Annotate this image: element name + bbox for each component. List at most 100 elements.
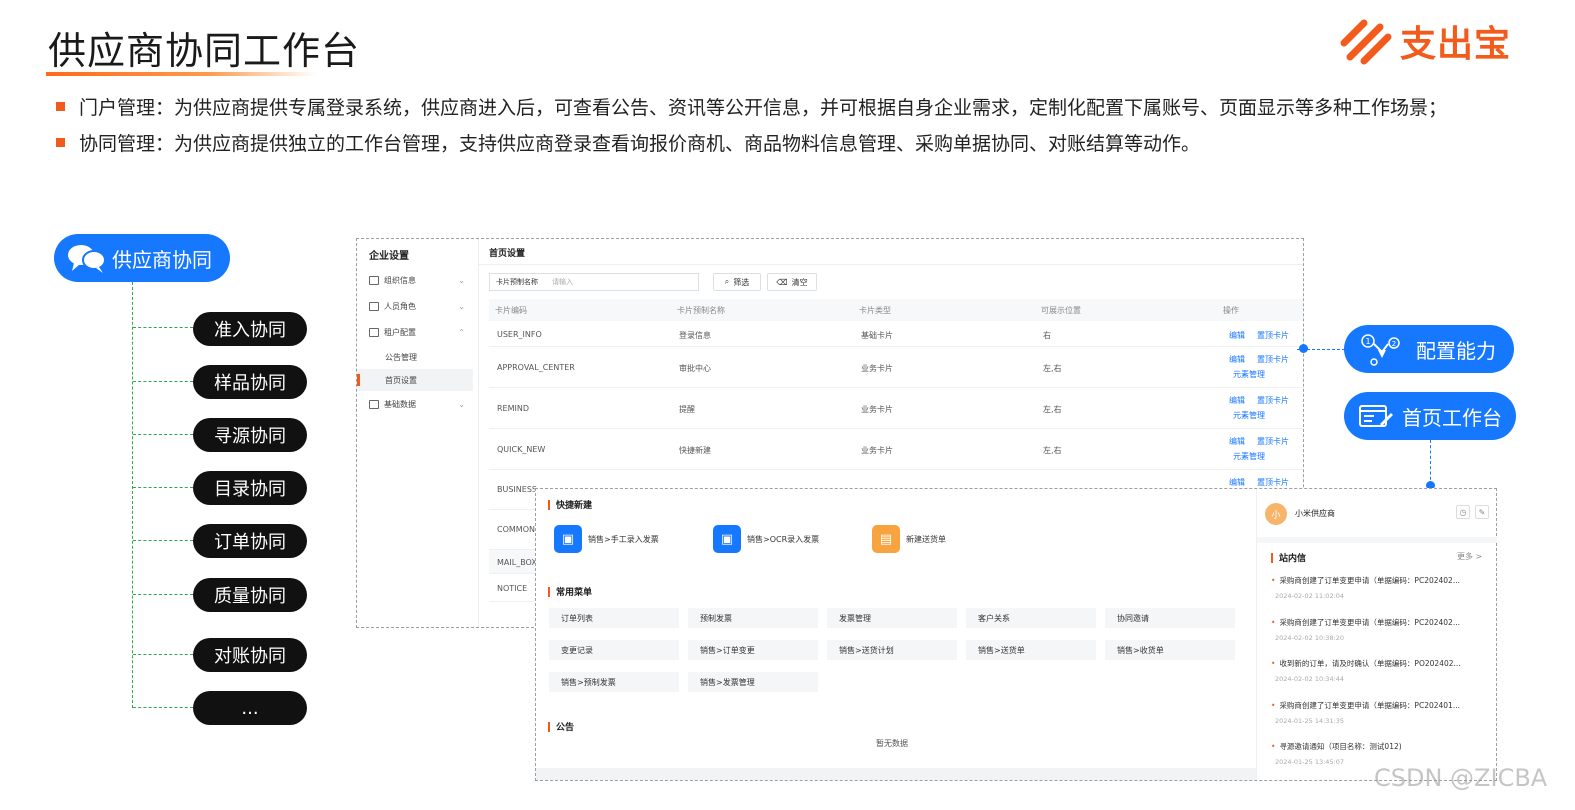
menu-item[interactable]: 销售>送货计划 xyxy=(827,640,957,660)
inbox-message[interactable]: 采购商创建了订单变更申请（单据编码：PC202402... 2024-02-02… xyxy=(1271,575,1493,600)
bullet-text: 协同管理：为供应商提供独立的工作台管理，支持供应商登录查看询报价商机、商品物料信… xyxy=(79,132,1201,155)
column-header: 可展示位置 xyxy=(1035,299,1217,321)
cell-name: 审批中心 xyxy=(679,364,711,373)
quick-item-manual-invoice[interactable]: ▣ 销售>手工录入发票 xyxy=(554,525,659,553)
element-manage-link[interactable]: 元素管理 xyxy=(1233,369,1265,380)
edit-link[interactable]: 编辑 xyxy=(1229,436,1245,447)
tree-branch xyxy=(133,434,193,435)
bullet-marker xyxy=(56,101,65,111)
inbox-message[interactable]: 采购商创建了订单变更申请（单据编码：PC202402... 2024-02-02… xyxy=(1271,617,1493,642)
invoice-user-icon: ▣ xyxy=(554,525,582,553)
root-label: 供应商协同 xyxy=(112,247,212,272)
quick-item-delivery[interactable]: ▤ 新建送货单 xyxy=(872,525,946,553)
home-workbench-pill: 首页工作台 xyxy=(1344,392,1516,440)
menu-item[interactable]: 订单列表 xyxy=(549,608,679,628)
sidebar-item-label: 租户配置 xyxy=(384,327,416,337)
pin-card-link[interactable]: 置顶卡片 xyxy=(1257,395,1289,406)
edit-link[interactable]: 编辑 xyxy=(1229,330,1245,341)
cell-code: MAIL_BOX xyxy=(497,558,537,567)
edit-link[interactable]: 编辑 xyxy=(1229,354,1245,365)
home-workbench-label: 首页工作台 xyxy=(1402,405,1502,430)
cell-type: 业务卡片 xyxy=(861,446,893,455)
menu-item[interactable]: 预制发票 xyxy=(688,608,818,628)
clear-button-label: 清空 xyxy=(791,277,808,287)
tree-trunk xyxy=(132,282,133,708)
menu-item[interactable]: 协同邀请 xyxy=(1105,608,1235,628)
cell-position: 左,右 xyxy=(1043,364,1062,373)
sidebar-subitem-home[interactable]: 首页设置 xyxy=(357,369,473,391)
config-capability-pill: 1 2 配置能力 xyxy=(1344,325,1514,373)
bullet-text: 门户管理：为供应商提供专属登录系统，供应商进入后，可查看公告、资讯等公开信息，并… xyxy=(79,96,1448,119)
tree-item: 质量协同 xyxy=(193,578,307,612)
menu-item[interactable]: 发票管理 xyxy=(827,608,957,628)
filter-button-label: 筛选 xyxy=(733,277,750,287)
edit-link[interactable]: 编辑 xyxy=(1229,477,1245,488)
notice-empty: 暂无数据 xyxy=(876,739,908,748)
chevron-up-icon: ⌃ xyxy=(458,327,465,337)
column-header: 卡片编码 xyxy=(489,299,671,321)
cell-code: USER_INFO xyxy=(497,330,542,339)
edit-icon[interactable]: ✎ xyxy=(1475,505,1489,519)
element-manage-link[interactable]: 元素管理 xyxy=(1233,410,1265,421)
delivery-doc-icon: ▤ xyxy=(872,525,900,553)
message-time: 2024-02-02 10:38:20 xyxy=(1275,634,1345,642)
message-text: 收到新的订单，请及时确认（单据编码：PO202402... xyxy=(1271,658,1493,669)
supplier-collab-root: 供应商协同 xyxy=(54,234,230,282)
sidebar-item-tenant[interactable]: 租户配置 ⌃ xyxy=(357,321,479,343)
message-text: 采购商创建了订单变更申请（单据编码：PC202402... xyxy=(1271,575,1493,586)
menu-item[interactable]: 销售>送货单 xyxy=(966,640,1096,660)
menu-item[interactable]: 销售>发票管理 xyxy=(688,672,818,692)
history-icon[interactable]: ◷ xyxy=(1456,505,1470,519)
filter-button[interactable]: ⌕ 筛选 xyxy=(713,273,761,291)
cell-code: REMIND xyxy=(497,404,530,413)
cell-position: 左,右 xyxy=(1043,405,1062,414)
inbox-more-link[interactable]: 更多 > xyxy=(1457,551,1482,562)
sidebar-item-data[interactable]: 基础数据 ⌄ xyxy=(357,393,479,415)
svg-text:1: 1 xyxy=(1365,337,1370,346)
pin-card-link[interactable]: 置顶卡片 xyxy=(1257,436,1289,447)
cell-type: 基础卡片 xyxy=(861,331,893,340)
card-name-filter[interactable]: 卡片预制名称 请输入 xyxy=(489,273,699,291)
bottom-bar xyxy=(536,768,1256,780)
search-icon: ⌕ xyxy=(724,277,730,286)
pin-card-link[interactable]: 置顶卡片 xyxy=(1257,477,1289,488)
menu-item[interactable]: 销售>订单变更 xyxy=(688,640,818,660)
menu-item[interactable]: 销售>收货单 xyxy=(1105,640,1235,660)
message-time: 2024-01-25 14:31:35 xyxy=(1275,717,1345,725)
filter-input[interactable]: 请输入 xyxy=(552,277,573,287)
clear-button[interactable]: ⌫ 清空 xyxy=(767,273,817,291)
menu-item[interactable]: 销售>预制发票 xyxy=(549,672,679,692)
cell-name: 提醒 xyxy=(679,405,695,414)
workbench-sidebar: 小 小米供应商 ◷ ✎ 站内信 更多 > 采购商创建了订单变更申请（单据编码：P… xyxy=(1256,489,1497,780)
sidebar-item-org[interactable]: 组织信息 ⌄ xyxy=(357,269,479,291)
inbox-message[interactable]: 寻源邀请通知（项目名称：测试012) 2024-01-25 13:45:07 xyxy=(1271,741,1493,766)
connector-dot xyxy=(1299,344,1308,353)
bullet-item: 门户管理：为供应商提供专属登录系统，供应商进入后，可查看公告、资讯等公开信息，并… xyxy=(56,92,1536,120)
sidebar-item-people[interactable]: 人员角色 ⌄ xyxy=(357,295,479,317)
page-title: 供应商协同工作台 xyxy=(48,29,361,73)
workbench-screenshot: 快捷新建 ▣ 销售>手工录入发票 ▣ 销售>OCR录入发票 ▤ 新建送货单 常用… xyxy=(535,488,1497,781)
chat-bubbles-icon xyxy=(68,245,106,273)
tree-item: 目录协同 xyxy=(193,471,307,505)
common-menu-title: 常用菜单 xyxy=(548,585,592,598)
pin-card-link[interactable]: 置顶卡片 xyxy=(1257,354,1289,365)
quick-item-ocr-invoice[interactable]: ▣ 销售>OCR录入发票 xyxy=(713,525,819,553)
divider xyxy=(479,264,1303,265)
bullet-marker xyxy=(56,137,65,147)
avatar: 小 xyxy=(1265,503,1287,525)
menu-item[interactable]: 客户关系 xyxy=(966,608,1096,628)
edit-link[interactable]: 编辑 xyxy=(1229,395,1245,406)
quick-item-label: 销售>手工录入发票 xyxy=(588,534,659,544)
cell-code: COMMON xyxy=(497,525,535,534)
user-name: 小米供应商 xyxy=(1295,509,1335,518)
settings-sidebar: 企业设置 组织信息 ⌄ 人员角色 ⌄ 租户配置 ⌃ 公告管理 首页设置 基础数据… xyxy=(357,239,479,627)
sidebar-subitem-notice[interactable]: 公告管理 xyxy=(357,346,473,368)
pin-card-link[interactable]: 置顶卡片 xyxy=(1257,330,1289,341)
inbox-message[interactable]: 收到新的订单，请及时确认（单据编码：PO202402... 2024-02-02… xyxy=(1271,658,1493,683)
data-icon xyxy=(369,399,379,409)
quick-item-label: 销售>OCR录入发票 xyxy=(747,534,820,544)
menu-item[interactable]: 变更记录 xyxy=(549,640,679,660)
element-manage-link[interactable]: 元素管理 xyxy=(1233,451,1265,462)
inbox-message[interactable]: 采购商创建了订单变更申请（单据编码：PC202401... 2024-01-25… xyxy=(1271,700,1493,725)
cell-name: 登录信息 xyxy=(679,331,711,340)
